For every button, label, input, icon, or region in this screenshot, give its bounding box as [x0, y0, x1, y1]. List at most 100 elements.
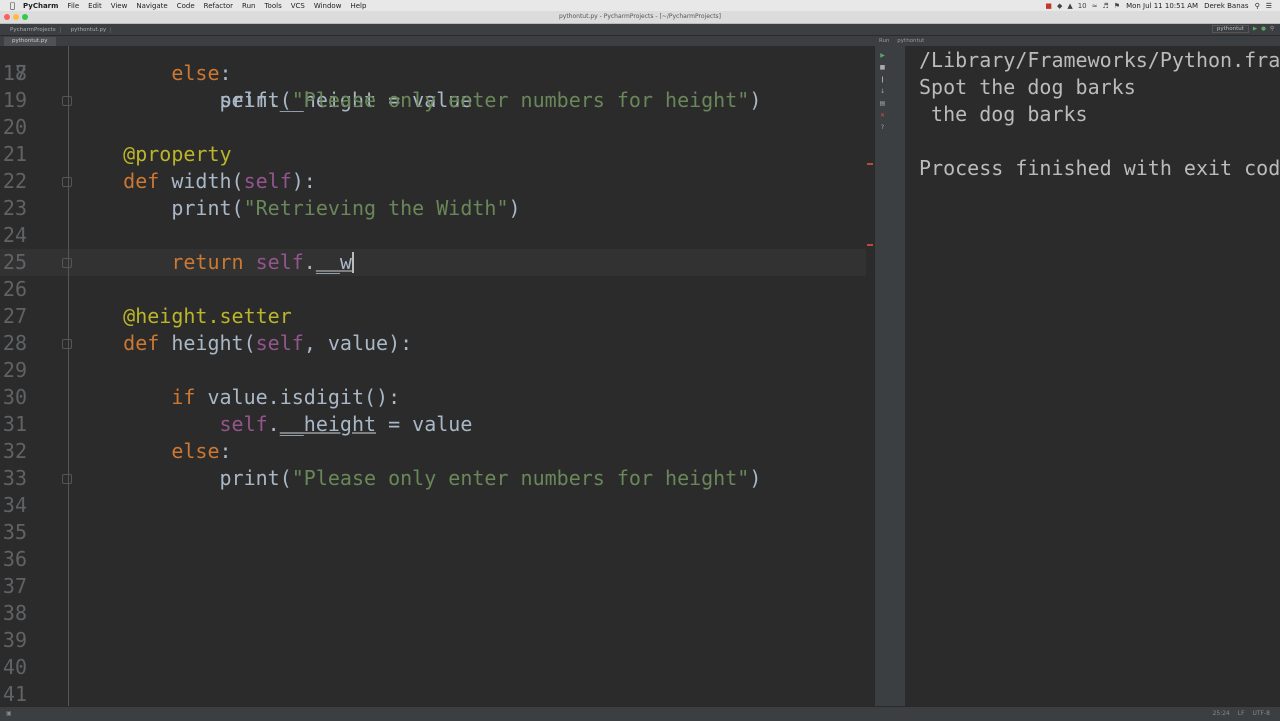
code-text: def width(self): [75, 168, 316, 195]
code-token: . [267, 412, 280, 436]
record-icon[interactable]: ■ [1045, 2, 1052, 10]
code-text: if value.isdigit(): [75, 384, 400, 411]
volume-icon[interactable]: ♬ [1103, 2, 1109, 10]
window-title: pythontut.py - PycharmProjects - [~/Pych… [558, 13, 722, 20]
code-token: height( [171, 331, 256, 355]
line-number: 38 [2, 601, 27, 625]
code-editor[interactable]: 17 self.__height = value 18 else: 19 prin… [0, 46, 875, 706]
menu-window[interactable]: Window [314, 2, 342, 10]
spotlight-icon[interactable]: ⚲ [1255, 2, 1260, 10]
code-line: 38 [0, 600, 866, 627]
menu-help[interactable]: Help [350, 2, 366, 10]
help-icon[interactable]: ? [879, 124, 886, 131]
menu-file[interactable]: File [67, 2, 79, 10]
code-line: 23 print("Retrieving the Width") [0, 195, 866, 222]
code-line: 37 [0, 573, 866, 600]
error-stripe-marker[interactable] [867, 244, 873, 246]
debug-icon[interactable]: ● [1261, 26, 1266, 32]
fold-marker-icon[interactable] [62, 96, 72, 106]
menu-tools[interactable]: Tools [264, 2, 281, 10]
caret-position[interactable]: 25:24 [1213, 710, 1230, 717]
line-number: 35 [2, 520, 27, 544]
line-number: 30 [2, 385, 27, 409]
code-token: "Retrieving the Width" [243, 196, 509, 220]
drive-icon[interactable]: ▲ [1067, 2, 1072, 10]
user-name[interactable]: Derek Banas [1204, 2, 1248, 10]
breadcrumb-file[interactable]: pythontut.py [67, 26, 112, 33]
code-line: 26 [0, 276, 866, 303]
code-token: __w [315, 250, 352, 274]
run-config-selector[interactable]: pythontut [1211, 25, 1249, 33]
line-separator[interactable]: LF [1238, 710, 1245, 717]
pause-icon[interactable]: ❙ [879, 76, 886, 83]
close-window-button[interactable] [4, 14, 10, 20]
window-controls [4, 14, 28, 20]
code-token: ): [291, 169, 316, 193]
console-line: Process finished with exit cod [919, 156, 1280, 180]
line-number: 40 [2, 655, 27, 679]
minimize-window-button[interactable] [13, 14, 19, 20]
status-bar: ▣ 25:24 LF UTF-8 [0, 706, 1280, 721]
menu-navigate[interactable]: Navigate [136, 2, 167, 10]
battery-count[interactable]: 10 [1078, 2, 1087, 10]
code-token: self [219, 412, 268, 436]
tool-windows-icon[interactable]: ▣ [6, 710, 12, 717]
code-line: 34 [0, 492, 866, 519]
rerun-icon[interactable]: ▶ [879, 52, 886, 59]
dropbox-icon[interactable]: ◆ [1057, 2, 1062, 10]
code-text: else: [75, 438, 232, 465]
run-panel-header: Run pythontut [875, 36, 1280, 46]
line-number: 22 [2, 169, 27, 193]
code-token: print( [219, 88, 292, 112]
menu-edit[interactable]: Edit [88, 2, 102, 10]
code-line: 27 @height.setter [0, 303, 866, 330]
close-run-icon[interactable]: ✕ [879, 112, 886, 119]
code-token: : [219, 61, 232, 85]
menu-extras: ■ ◆ ▲ 10 ≈ ♬ ⚑ Mon Jul 11 10:51 AM Derek… [1045, 0, 1272, 11]
code-token: else [171, 439, 220, 463]
tab-pythontut[interactable]: pythontut.py [4, 37, 56, 46]
run-icon[interactable]: ▶ [1253, 26, 1257, 32]
print-icon[interactable]: ▤ [879, 100, 886, 107]
code-text: print("Please only enter numbers for hei… [75, 87, 762, 114]
scroll-end-icon[interactable]: ↓ [879, 88, 886, 95]
zoom-window-button[interactable] [22, 14, 28, 20]
run-config-tab[interactable]: pythontut [897, 38, 924, 44]
menu-code[interactable]: Code [177, 2, 195, 10]
apple-icon[interactable]:  [10, 1, 19, 10]
run-tab-label[interactable]: Run [879, 38, 890, 44]
file-encoding[interactable]: UTF-8 [1253, 710, 1271, 717]
code-line-current: 25 return self.__w [0, 249, 866, 276]
clock[interactable]: Mon Jul 11 10:51 AM [1126, 2, 1198, 10]
fold-marker-icon[interactable] [62, 474, 72, 484]
code-line: 30 if value.isdigit(): [0, 384, 866, 411]
notification-icon[interactable]: ☰ [1266, 2, 1272, 10]
breadcrumb-project[interactable]: PycharmProjects [6, 26, 61, 33]
window-title-bar: pythontut.py - PycharmProjects - [~/Pych… [0, 11, 1280, 24]
line-number: 21 [2, 142, 27, 166]
code-token: "Please only enter numbers for height" [291, 466, 750, 490]
stop-icon[interactable]: ■ [879, 64, 886, 71]
run-console[interactable]: /Library/Frameworks/Python.fra Spot the … [905, 46, 1280, 706]
code-token: ) [749, 88, 762, 112]
code-token: : [219, 439, 232, 463]
line-number: 28 [2, 331, 27, 355]
menu-refactor[interactable]: Refactor [204, 2, 233, 10]
code-line: 20 [0, 114, 866, 141]
menu-run[interactable]: Run [242, 2, 255, 10]
fold-marker-icon[interactable] [62, 177, 72, 187]
fold-marker-icon[interactable] [62, 258, 72, 268]
flag-icon[interactable]: ⚑ [1114, 2, 1120, 10]
menu-app-name[interactable]: PyCharm [23, 2, 58, 10]
code-token: . [303, 250, 316, 274]
code-line: 33 print("Please only enter numbers for … [0, 465, 866, 492]
line-number: 18 [2, 61, 27, 85]
search-everywhere-icon[interactable]: ⚲ [1270, 26, 1274, 32]
fold-marker-icon[interactable] [62, 339, 72, 349]
code-token: @height.setter [123, 304, 292, 328]
wifi-icon[interactable]: ≈ [1092, 2, 1098, 10]
error-stripe-marker[interactable] [867, 163, 873, 165]
menu-vcs[interactable]: VCS [291, 2, 305, 10]
code-line: 39 [0, 627, 866, 654]
menu-view[interactable]: View [111, 2, 128, 10]
